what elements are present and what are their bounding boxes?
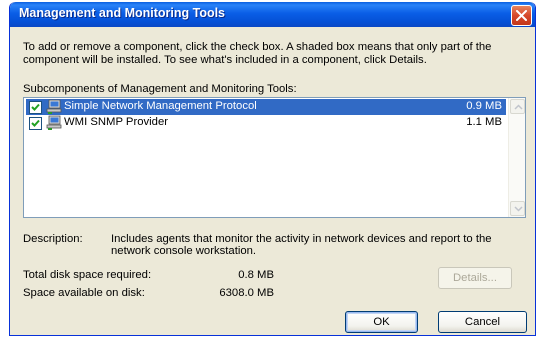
list-item[interactable]: Simple Network Management Protocol 0.9 M… (26, 99, 506, 115)
disk-available-value: 6308.0 MB (219, 287, 274, 299)
dialog-window: Management and Monitoring Tools To add o… (9, 2, 536, 336)
disk-available-label: Space available on disk: (23, 287, 145, 299)
disk-required-label: Total disk space required: (23, 269, 152, 281)
chevron-down-icon (514, 206, 523, 212)
network-computer-icon (46, 115, 62, 131)
list-item-size: 1.1 MB (466, 116, 502, 128)
cancel-button[interactable]: Cancel (438, 311, 527, 333)
subcomponents-label: Subcomponents of Management and Monitori… (23, 83, 297, 95)
description-label: Description: (23, 233, 83, 245)
checkmark-icon (31, 103, 40, 111)
checkbox[interactable] (29, 101, 42, 114)
subcomponents-list[interactable]: Simple Network Management Protocol 0.9 M… (23, 97, 526, 218)
list-item-name: WMI SNMP Provider (64, 116, 168, 128)
checkmark-icon (31, 119, 40, 127)
list-item-name: Simple Network Management Protocol (64, 100, 257, 112)
close-button[interactable] (511, 5, 532, 26)
title-bar[interactable]: Management and Monitoring Tools (10, 2, 535, 27)
disk-required-value: 0.8 MB (238, 269, 274, 281)
chevron-up-icon (514, 104, 523, 110)
intro-text: To add or remove a component, click the … (23, 41, 492, 66)
network-computer-icon (46, 99, 62, 115)
scroll-down-button[interactable] (510, 201, 525, 216)
list-item[interactable]: WMI SNMP Provider 1.1 MB (26, 115, 506, 131)
list-item-size: 0.9 MB (466, 100, 502, 112)
vertical-scrollbar[interactable] (508, 98, 525, 217)
checkbox[interactable] (29, 117, 42, 130)
scroll-up-button[interactable] (510, 99, 525, 114)
details-button[interactable]: Details... (438, 267, 512, 289)
description-text: Includes agents that monitor the activit… (111, 233, 492, 257)
window-title: Management and Monitoring Tools (19, 6, 226, 20)
close-icon (516, 10, 527, 21)
dialog-body: To add or remove a component, click the … (10, 27, 535, 335)
ok-button[interactable]: OK (345, 311, 418, 333)
